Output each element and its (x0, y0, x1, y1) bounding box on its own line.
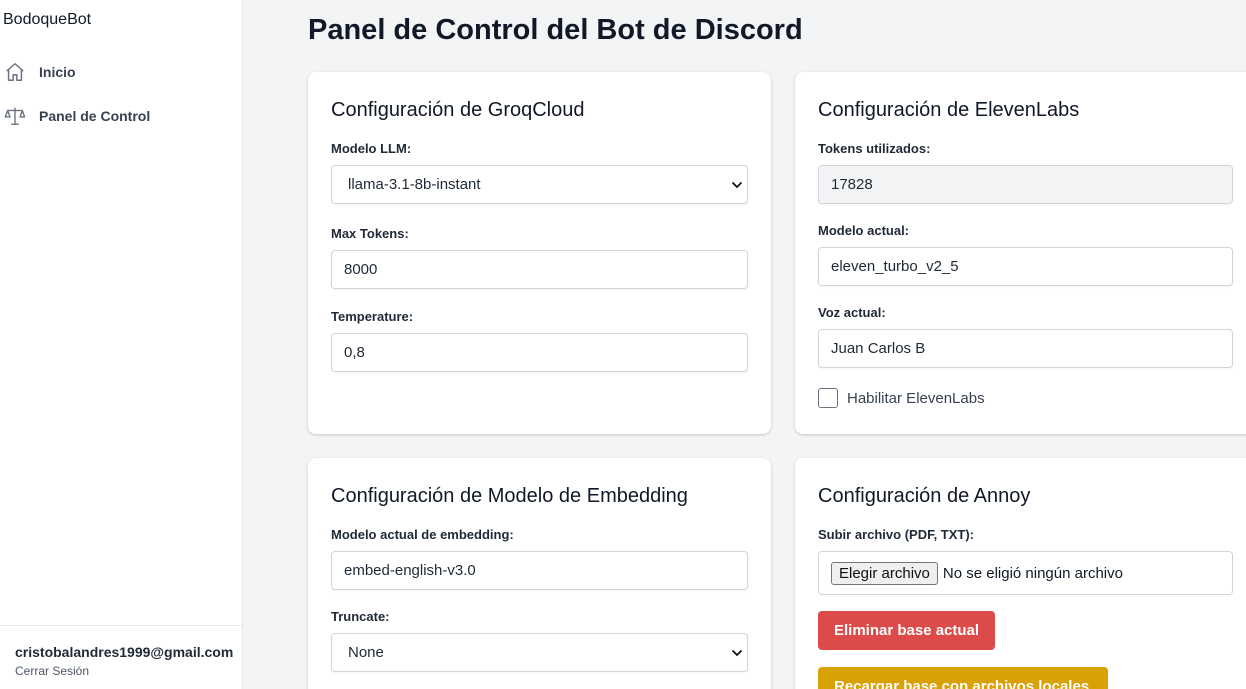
no-file-text: No se eligió ningún archivo (942, 564, 1123, 582)
temperature-value: 0,8 (344, 344, 365, 361)
max-tokens-input[interactable]: 8000 (331, 250, 748, 289)
sidebar-item-inicio[interactable]: Inicio (4, 61, 76, 83)
truncate-select[interactable]: None (331, 633, 748, 672)
embedding-model-label: Modelo actual de embedding: (331, 527, 514, 542)
current-voice-value: Juan Carlos B (831, 340, 926, 357)
temperature-label: Temperature: (331, 309, 414, 324)
card-title: Configuración de ElevenLabs (818, 99, 1080, 121)
enable-elevenlabs-row: Habilitar ElevenLabs (818, 388, 1235, 408)
file-upload-input[interactable]: Elegir archivo No se eligió ningún archi… (818, 551, 1233, 595)
home-icon (4, 61, 26, 83)
max-tokens-value: 8000 (344, 261, 378, 278)
elevenlabs-card: Configuración de ElevenLabs Tokens utili… (795, 72, 1246, 434)
delete-base-button[interactable]: Eliminar base actual (818, 611, 996, 650)
tokens-used-value: 17828 (831, 176, 873, 193)
current-model-label: Modelo actual: (818, 223, 910, 238)
truncate-value: None (348, 644, 384, 661)
enable-elevenlabs-checkbox[interactable] (818, 388, 838, 408)
enable-elevenlabs-label: Habilitar ElevenLabs (847, 389, 985, 407)
card-title: Configuración de GroqCloud (331, 99, 585, 121)
user-email: cristobalandres1999@gmail.com (15, 644, 234, 660)
reload-base-button[interactable]: Recargar base con archivos locales (818, 667, 1108, 689)
user-panel: cristobalandres1999@gmail.com Cerrar Ses… (0, 625, 242, 689)
sidebar-item-label: Inicio (39, 64, 76, 80)
sidebar-item-panel-de-control[interactable]: Panel de Control (4, 105, 150, 127)
current-voice-input[interactable]: Juan Carlos B (818, 329, 1233, 368)
sidebar-item-label: Panel de Control (39, 108, 151, 124)
temperature-input[interactable]: 0,8 (331, 333, 748, 372)
chevron-down-icon (731, 649, 743, 657)
model-llm-select[interactable]: llama-3.1-8b-instant (331, 165, 748, 204)
embedding-model-input[interactable]: embed-english-v3.0 (331, 551, 748, 590)
tokens-used-field: 17828 (818, 165, 1233, 204)
current-model-input[interactable]: eleven_turbo_v2_5 (818, 247, 1233, 286)
card-title: Configuración de Annoy (818, 485, 1031, 507)
sidebar: BodoqueBot Inicio Panel de Control crist… (0, 0, 243, 689)
model-llm-value: llama-3.1-8b-instant (348, 176, 481, 193)
chevron-down-icon (731, 181, 743, 189)
model-llm-label: Modelo LLM: (331, 141, 412, 156)
groqcloud-card: Configuración de GroqCloud Modelo LLM: l… (308, 72, 771, 434)
embedding-model-value: embed-english-v3.0 (344, 562, 476, 579)
card-title: Configuración de Modelo de Embedding (331, 485, 688, 507)
current-voice-label: Voz actual: (818, 305, 886, 320)
tokens-used-label: Tokens utilizados: (818, 141, 931, 156)
page-title: Panel de Control del Bot de Discord (308, 14, 803, 46)
upload-file-label: Subir archivo (PDF, TXT): (818, 527, 975, 542)
embedding-card: Configuración de Modelo de Embedding Mod… (308, 458, 771, 689)
brand-name: BodoqueBot (3, 11, 92, 28)
max-tokens-label: Max Tokens: (331, 226, 409, 241)
logout-link[interactable]: Cerrar Sesión (15, 664, 89, 678)
annoy-card: Configuración de Annoy Subir archivo (PD… (795, 458, 1246, 689)
choose-file-button[interactable]: Elegir archivo (831, 561, 938, 585)
scale-icon (4, 105, 26, 127)
truncate-label: Truncate: (331, 609, 390, 624)
current-model-value: eleven_turbo_v2_5 (831, 258, 959, 275)
